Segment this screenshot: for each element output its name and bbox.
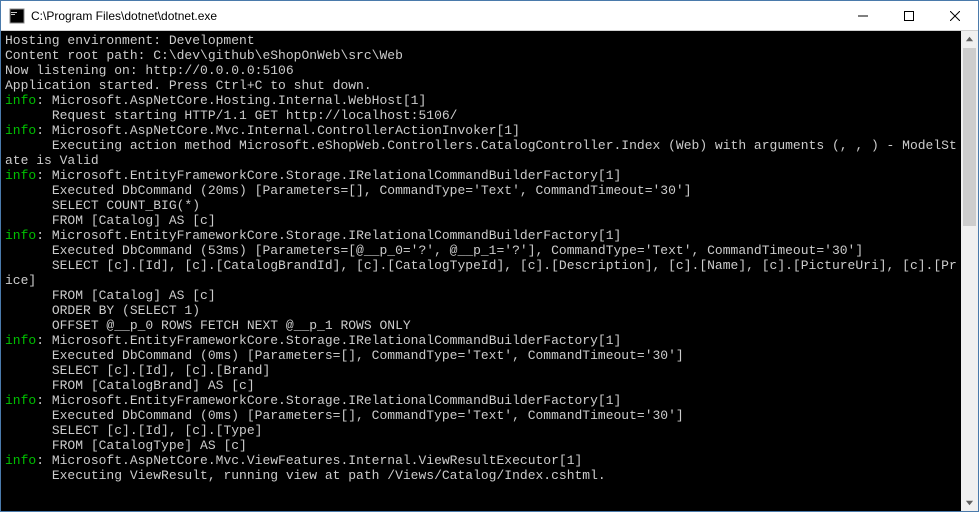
console-line: Content root path: C:\dev\github\eShopOn… (5, 48, 961, 63)
log-text: : Microsoft.EntityFrameworkCore.Storage.… (36, 393, 621, 408)
console-line: FROM [Catalog] AS [c] (5, 288, 961, 303)
log-text: Application started. Press Ctrl+C to shu… (5, 78, 372, 93)
log-level-info: info (5, 228, 36, 243)
window-controls (840, 1, 978, 30)
console-line: Executing action method Microsoft.eShopW… (5, 138, 961, 168)
log-text: : Microsoft.AspNetCore.Mvc.Internal.Cont… (36, 123, 520, 138)
console-line: OFFSET @__p_0 ROWS FETCH NEXT @__p_1 ROW… (5, 318, 961, 333)
minimize-button[interactable] (840, 1, 886, 30)
log-text: FROM [CatalogBrand] AS [c] (5, 378, 255, 393)
log-text: FROM [Catalog] AS [c] (5, 288, 216, 303)
scroll-track[interactable] (961, 48, 978, 494)
log-text: Executed DbCommand (0ms) [Parameters=[],… (5, 408, 684, 423)
window-title: C:\Program Files\dotnet\dotnet.exe (31, 9, 840, 23)
console-line: info: Microsoft.EntityFrameworkCore.Stor… (5, 168, 961, 183)
log-text: FROM [CatalogType] AS [c] (5, 438, 247, 453)
close-button[interactable] (932, 1, 978, 30)
log-text: ORDER BY (SELECT 1) (5, 303, 200, 318)
console-line: info: Microsoft.AspNetCore.Mvc.ViewFeatu… (5, 453, 961, 468)
log-text: SELECT [c].[Id], [c].[Type] (5, 423, 262, 438)
console-line: Hosting environment: Development (5, 33, 961, 48)
console-line: Executed DbCommand (20ms) [Parameters=[]… (5, 183, 961, 198)
log-text: Hosting environment: Development (5, 33, 255, 48)
console-output[interactable]: Hosting environment: DevelopmentContent … (1, 31, 961, 511)
console-line: FROM [Catalog] AS [c] (5, 213, 961, 228)
log-level-info: info (5, 93, 36, 108)
log-level-info: info (5, 123, 36, 138)
console-line: Executed DbCommand (0ms) [Parameters=[],… (5, 408, 961, 423)
scroll-thumb[interactable] (963, 48, 976, 226)
log-text: Content root path: C:\dev\github\eShopOn… (5, 48, 403, 63)
console-line: info: Microsoft.AspNetCore.Hosting.Inter… (5, 93, 961, 108)
console-line: info: Microsoft.EntityFrameworkCore.Stor… (5, 228, 961, 243)
log-text: : Microsoft.EntityFrameworkCore.Storage.… (36, 168, 621, 183)
log-text: Executed DbCommand (53ms) [Parameters=[@… (5, 243, 863, 258)
log-text: OFFSET @__p_0 ROWS FETCH NEXT @__p_1 ROW… (5, 318, 411, 333)
log-level-info: info (5, 168, 36, 183)
console-line: FROM [CatalogBrand] AS [c] (5, 378, 961, 393)
log-text: : Microsoft.EntityFrameworkCore.Storage.… (36, 333, 621, 348)
log-text: SELECT COUNT_BIG(*) (5, 198, 200, 213)
console-line: ORDER BY (SELECT 1) (5, 303, 961, 318)
console-line: SELECT [c].[Id], [c].[Brand] (5, 363, 961, 378)
console-line: Executed DbCommand (0ms) [Parameters=[],… (5, 348, 961, 363)
log-text: : Microsoft.AspNetCore.Mvc.ViewFeatures.… (36, 453, 582, 468)
console-area: Hosting environment: DevelopmentContent … (1, 31, 978, 511)
console-line: Executed DbCommand (53ms) [Parameters=[@… (5, 243, 961, 258)
log-text: Executed DbCommand (0ms) [Parameters=[],… (5, 348, 684, 363)
log-text: Request starting HTTP/1.1 GET http://loc… (5, 108, 457, 123)
log-text: Executed DbCommand (20ms) [Parameters=[]… (5, 183, 692, 198)
scroll-down-arrow-icon[interactable] (961, 494, 978, 511)
console-line: Request starting HTTP/1.1 GET http://loc… (5, 108, 961, 123)
console-line: FROM [CatalogType] AS [c] (5, 438, 961, 453)
maximize-button[interactable] (886, 1, 932, 30)
log-text: SELECT [c].[Id], [c].[Brand] (5, 363, 270, 378)
console-line: info: Microsoft.AspNetCore.Mvc.Internal.… (5, 123, 961, 138)
console-line: info: Microsoft.EntityFrameworkCore.Stor… (5, 393, 961, 408)
console-line: Now listening on: http://0.0.0.0:5106 (5, 63, 961, 78)
console-line: Application started. Press Ctrl+C to shu… (5, 78, 961, 93)
console-line: SELECT [c].[Id], [c].[Type] (5, 423, 961, 438)
log-text: Now listening on: http://0.0.0.0:5106 (5, 63, 294, 78)
log-text: : Microsoft.AspNetCore.Hosting.Internal.… (36, 93, 426, 108)
scroll-up-arrow-icon[interactable] (961, 31, 978, 48)
app-icon (9, 8, 25, 24)
log-level-info: info (5, 393, 36, 408)
console-line: Executing ViewResult, running view at pa… (5, 468, 961, 483)
log-level-info: info (5, 453, 36, 468)
vertical-scrollbar[interactable] (961, 31, 978, 511)
log-text: Executing ViewResult, running view at pa… (5, 468, 606, 483)
console-line: SELECT COUNT_BIG(*) (5, 198, 961, 213)
log-text: Executing action method Microsoft.eShopW… (5, 138, 957, 168)
log-text: FROM [Catalog] AS [c] (5, 213, 216, 228)
log-text: : Microsoft.EntityFrameworkCore.Storage.… (36, 228, 621, 243)
console-line: info: Microsoft.EntityFrameworkCore.Stor… (5, 333, 961, 348)
window-titlebar: C:\Program Files\dotnet\dotnet.exe (1, 1, 978, 31)
log-text: SELECT [c].[Id], [c].[CatalogBrandId], [… (5, 258, 957, 288)
console-line: SELECT [c].[Id], [c].[CatalogBrandId], [… (5, 258, 961, 288)
log-level-info: info (5, 333, 36, 348)
